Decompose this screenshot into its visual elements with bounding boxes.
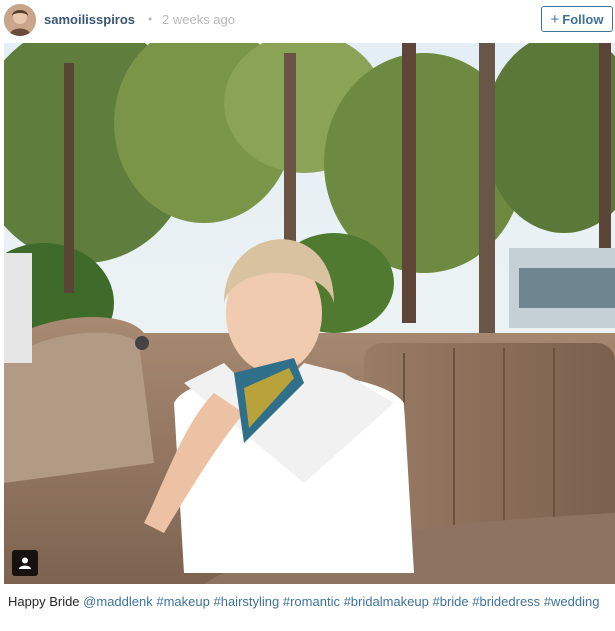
username-link[interactable]: samoilisspiros <box>44 12 135 27</box>
hashtag-link[interactable]: #romantic <box>283 594 340 609</box>
user-tag-icon[interactable] <box>12 550 38 576</box>
caption-text: Happy Bride <box>8 594 80 609</box>
mention-link[interactable]: @maddlenk <box>83 594 153 609</box>
follow-label: Follow <box>562 11 604 27</box>
follow-button[interactable]: + Follow <box>541 6 613 32</box>
hashtag-link[interactable]: #bridalmakeup <box>344 594 429 609</box>
hashtag-link[interactable]: #bride <box>432 594 468 609</box>
plus-icon: + <box>550 10 560 28</box>
separator-dot: • <box>148 12 153 26</box>
post-time-link[interactable]: 2 weeks ago <box>162 12 235 27</box>
avatar[interactable] <box>4 4 36 36</box>
hashtag-link[interactable]: #bridedress <box>472 594 540 609</box>
post-photo[interactable] <box>4 43 615 584</box>
hashtag-link[interactable]: #makeup <box>156 594 209 609</box>
hashtag-link[interactable]: #hairstyling <box>213 594 279 609</box>
hashtag-link[interactable]: #wedding <box>544 594 600 609</box>
post-caption: Happy Bride @maddlenk #makeup #hairstyli… <box>8 592 608 611</box>
post-header: samoilisspiros • 2 weeks ago + Follow <box>0 0 615 40</box>
